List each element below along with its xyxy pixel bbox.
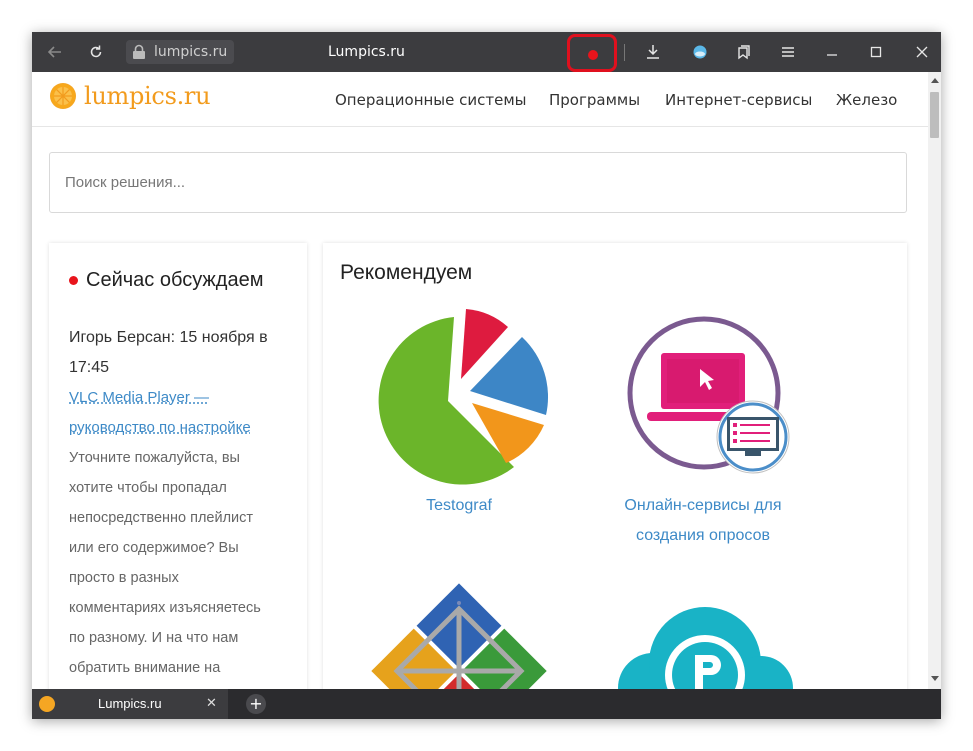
comment-line: Уточните пожалуйста, вы bbox=[69, 450, 240, 466]
tab-close-icon[interactable]: ✕ bbox=[206, 689, 217, 719]
maximize-button[interactable] bbox=[864, 32, 888, 72]
testograf-link[interactable]: Testograf bbox=[363, 491, 555, 521]
discussion-title: Сейчас обсуждаем bbox=[69, 269, 263, 292]
comment-line: просто в разных bbox=[69, 570, 179, 586]
main-nav: Операционные системы Программы Интернет-… bbox=[32, 72, 928, 127]
article-link-line[interactable]: VLC Media Player — bbox=[69, 383, 289, 413]
nav-item-internet-services[interactable]: Интернет-сервисы bbox=[665, 91, 812, 109]
scroll-thumb[interactable] bbox=[930, 92, 939, 138]
hamburger-icon bbox=[782, 47, 794, 57]
discussion-card: Сейчас обсуждаем Игорь Берсан: 15 ноября… bbox=[49, 243, 307, 703]
article-link-line[interactable]: руководство по настройке bbox=[69, 413, 289, 443]
comment-time: 17:45 bbox=[69, 359, 110, 376]
lock-icon bbox=[133, 44, 145, 59]
nav-item-programs[interactable]: Программы bbox=[549, 91, 640, 109]
nav-item-os[interactable]: Операционные системы bbox=[335, 91, 527, 109]
close-icon bbox=[916, 46, 928, 58]
tab-bar: Lumpics.ru ✕ + bbox=[32, 689, 941, 719]
arrow-left-icon bbox=[47, 46, 61, 58]
record-button[interactable] bbox=[588, 50, 598, 60]
address-bar[interactable]: lumpics.ru bbox=[126, 40, 234, 64]
online-surveys-link[interactable]: Онлайн-сервисы для создания опросов bbox=[598, 491, 808, 551]
new-tab-button[interactable]: + bbox=[246, 694, 266, 714]
testograf-pie-icon[interactable] bbox=[368, 305, 558, 485]
comment-line: обратить внимание на bbox=[69, 660, 221, 676]
pcloud-icon[interactable] bbox=[613, 603, 793, 703]
discussion-title-text: Сейчас обсуждаем bbox=[86, 269, 264, 291]
discussion-body: Игорь Берсан: 15 ноября в 17:45 VLC Medi… bbox=[69, 323, 289, 683]
scroll-up-arrow-icon[interactable] bbox=[931, 78, 939, 83]
record-button-highlight bbox=[567, 34, 617, 72]
bookmarks-icon bbox=[738, 45, 750, 60]
scroll-down-arrow-icon[interactable] bbox=[931, 676, 939, 681]
tab-label: Lumpics.ru bbox=[98, 696, 162, 711]
nav-item-hardware[interactable]: Железо bbox=[836, 91, 897, 109]
close-window-button[interactable] bbox=[910, 32, 934, 72]
page-title: Lumpics.ru bbox=[328, 44, 405, 60]
recommend-card: Рекомендуем Testograf Онлайн-сервисы для… bbox=[323, 243, 907, 703]
comment-line: по разному. И на что нам bbox=[69, 630, 239, 646]
comment-line: непосредственно плейлист bbox=[69, 510, 254, 526]
recommend-title: Рекомендуем bbox=[340, 261, 473, 284]
browser-toolbar: lumpics.ru Lumpics.ru bbox=[32, 32, 941, 72]
site-header: lumpics.ru Операционные системы Программ… bbox=[32, 72, 928, 127]
live-dot-icon bbox=[69, 276, 78, 285]
collections-button[interactable] bbox=[732, 32, 756, 72]
downloads-button[interactable] bbox=[640, 32, 666, 72]
maximize-icon bbox=[870, 46, 882, 58]
page-scrollbar[interactable] bbox=[928, 72, 941, 689]
comment-line: хотите чтобы пропадал bbox=[69, 480, 227, 496]
comment-line: комментариях изъясняетесь bbox=[69, 600, 261, 616]
online-surveys-line[interactable]: создания опросов bbox=[598, 521, 808, 551]
minimize-icon bbox=[827, 54, 837, 56]
address-text: lumpics.ru bbox=[154, 44, 228, 60]
reload-button[interactable] bbox=[82, 32, 110, 72]
toolbar-divider bbox=[624, 44, 625, 61]
weather-icon bbox=[693, 45, 707, 59]
comment-author: Игорь Берсан: 15 ноября в bbox=[69, 329, 268, 346]
colored-diamond-icon[interactable] bbox=[371, 583, 547, 703]
back-button[interactable] bbox=[40, 32, 70, 72]
minimize-button[interactable] bbox=[820, 32, 844, 72]
tab-lumpics[interactable]: Lumpics.ru ✕ bbox=[32, 689, 228, 719]
download-icon bbox=[647, 45, 659, 59]
article-link[interactable]: VLC Media Player — руководство по настро… bbox=[69, 383, 289, 443]
menu-button[interactable] bbox=[776, 32, 800, 72]
weather-extension-button[interactable] bbox=[688, 32, 712, 72]
favicon-icon bbox=[39, 696, 55, 712]
search-input[interactable]: Поиск решения... bbox=[49, 152, 907, 213]
online-surveys-icon[interactable] bbox=[620, 313, 795, 483]
online-surveys-line[interactable]: Онлайн-сервисы для bbox=[598, 491, 808, 521]
browser-window: lumpics.ru Lumpics.ru lumpics.ru Операци… bbox=[32, 32, 941, 719]
reload-icon bbox=[90, 45, 102, 58]
comment-line: или его содержимое? Вы bbox=[69, 540, 239, 556]
